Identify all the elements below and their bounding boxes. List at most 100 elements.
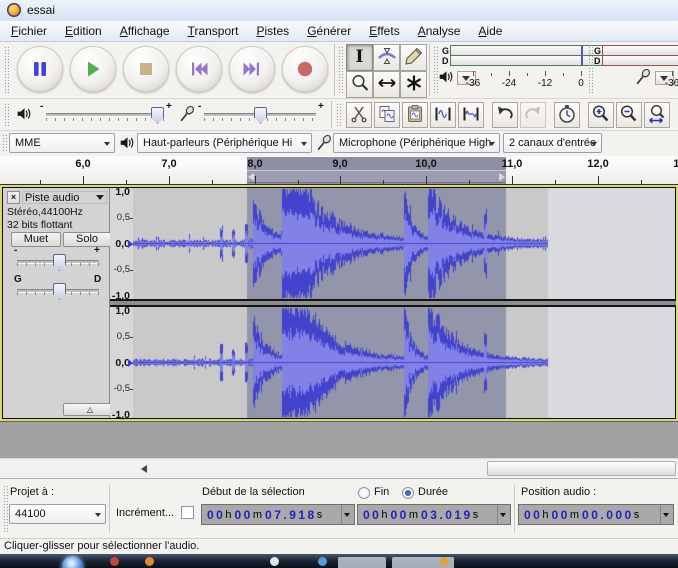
position-hours[interactable]: 00 <box>524 508 542 522</box>
title-bar[interactable]: essai <box>0 0 678 22</box>
quick-play-bar[interactable] <box>247 170 506 183</box>
solo-button[interactable]: Solo <box>63 232 111 247</box>
zoom-tool-button[interactable] <box>346 71 373 98</box>
menu-aide[interactable]: Aide <box>469 21 511 41</box>
pan-slider-thumb[interactable] <box>53 283 66 300</box>
selection-toolbar-grip[interactable] <box>3 485 8 532</box>
menu-pistes[interactable]: Pistes <box>247 21 298 41</box>
time-format-dropdown[interactable] <box>341 505 354 524</box>
trim-outside-selection-button[interactable] <box>430 102 456 128</box>
vertical-ruler-label: 0,5 <box>109 332 130 342</box>
start-orb-icon[interactable] <box>62 556 83 568</box>
time-format-dropdown[interactable] <box>497 505 510 524</box>
taskbar-app-icon[interactable] <box>110 557 119 566</box>
track-control-panel[interactable]: × Piste audio Stéréo,44100Hz 32 bits flo… <box>3 188 110 418</box>
redo-icon <box>523 104 543 127</box>
start-seconds[interactable]: 07.918 <box>265 508 317 522</box>
stop-button[interactable] <box>123 46 169 92</box>
draw-tool-button[interactable] <box>400 44 427 71</box>
cut-button[interactable] <box>346 102 372 128</box>
scrollbar-thumb[interactable] <box>487 461 676 476</box>
multi-tool-button[interactable] <box>400 71 427 98</box>
skip-to-end-button[interactable] <box>229 46 275 92</box>
input-device-select[interactable]: Microphone (Périphérique High <box>333 133 500 153</box>
edit-toolbar-grip[interactable] <box>336 103 341 126</box>
input-channels-select[interactable]: 2 canaux d'entrée <box>503 133 602 153</box>
project-rate-select[interactable]: 44100 <box>9 504 106 524</box>
paste-button[interactable] <box>402 102 428 128</box>
ruler-selected-region[interactable] <box>247 157 506 184</box>
time-format-dropdown[interactable] <box>660 505 673 524</box>
position-seconds[interactable]: 00.000 <box>582 508 634 522</box>
length-radio[interactable] <box>402 487 414 499</box>
audio-host-select[interactable]: MME <box>9 133 115 153</box>
start-hours[interactable]: 00 <box>207 508 225 522</box>
selection-length-field[interactable]: 00 h 00 m 03.019 s <box>357 504 511 525</box>
end-radio-label[interactable]: Fin <box>374 486 389 498</box>
position-minutes[interactable]: 00 <box>551 508 569 522</box>
menu-generer[interactable]: Générer <box>298 21 360 41</box>
mute-button[interactable]: Muet <box>11 232 61 247</box>
length-radio-label[interactable]: Durée <box>418 486 448 498</box>
waveform-right-channel[interactable] <box>133 307 675 418</box>
output-max-label: + <box>166 101 172 112</box>
record-button[interactable] <box>282 46 328 92</box>
timer-record-button[interactable] <box>554 102 580 128</box>
menu-edition[interactable]: Edition <box>56 21 111 41</box>
waveform-left-channel[interactable] <box>133 188 675 299</box>
timeshift-tool-button[interactable] <box>373 71 400 98</box>
taskbar-app-icon[interactable] <box>270 557 279 566</box>
taskbar-app-icon[interactable] <box>440 557 449 566</box>
output-volume-slider[interactable] <box>46 113 164 117</box>
undo-button[interactable] <box>492 102 518 128</box>
output-volume-thumb[interactable] <box>151 107 164 124</box>
selection-start-handle-icon[interactable] <box>248 173 254 181</box>
scroll-left-arrow-icon[interactable] <box>141 465 147 473</box>
pause-button[interactable] <box>17 46 63 92</box>
start-minutes[interactable]: 00 <box>234 508 252 522</box>
vertical-ruler-label: 1,0 <box>109 187 130 197</box>
copy-button[interactable] <box>374 102 400 128</box>
track-close-button[interactable]: × <box>7 191 20 204</box>
length-minutes[interactable]: 00 <box>390 508 408 522</box>
menu-effets[interactable]: Effets <box>360 21 408 41</box>
transport-toolbar-grip[interactable] <box>4 46 9 94</box>
menu-fichier[interactable]: Fichier <box>2 21 56 41</box>
redo-button[interactable] <box>520 102 546 128</box>
horizontal-scrollbar[interactable] <box>0 458 678 478</box>
envelope-tool-button[interactable] <box>373 44 400 71</box>
input-volume-thumb[interactable] <box>254 107 267 124</box>
taskbar-button[interactable] <box>338 557 386 568</box>
windows-taskbar[interactable] <box>0 554 678 568</box>
snap-to-checkbox[interactable] <box>181 506 194 519</box>
input-device-value: Microphone (Périphérique High <box>339 137 491 149</box>
tools-toolbar-grip[interactable] <box>338 46 343 94</box>
recording-meter-grip[interactable] <box>588 46 593 94</box>
taskbar-app-icon[interactable] <box>145 557 154 566</box>
device-toolbar-grip[interactable] <box>2 134 7 153</box>
audio-position-field[interactable]: 00 h 00 m 00.000 s <box>518 504 674 525</box>
length-hours[interactable]: 00 <box>363 508 381 522</box>
output-device-select[interactable]: Haut-parleurs (Périphérique Hi <box>137 133 312 153</box>
selection-start-field[interactable]: 00 h 00 m 07.918 s <box>201 504 355 525</box>
gain-slider-thumb[interactable] <box>53 254 66 271</box>
ruler-tick <box>340 176 341 184</box>
play-button[interactable] <box>70 46 116 92</box>
skip-to-start-button[interactable] <box>176 46 222 92</box>
taskbar-app-icon[interactable] <box>318 557 327 566</box>
timeline-ruler[interactable]: 6,07,08,09,010,011,012,013,0 <box>0 156 678 185</box>
selection-end-handle-icon[interactable] <box>499 173 505 181</box>
selection-tool-button[interactable]: I <box>346 44 373 71</box>
zoom-in-button[interactable] <box>588 102 614 128</box>
playback-meter-scale-minor-tick <box>527 73 528 76</box>
end-radio[interactable] <box>358 487 370 499</box>
menu-transport[interactable]: Transport <box>179 21 248 41</box>
length-seconds[interactable]: 03.019 <box>421 508 473 522</box>
track-name-dropdown[interactable]: Piste audio <box>22 191 107 204</box>
menu-affichage[interactable]: Affichage <box>111 21 179 41</box>
menu-analyse[interactable]: Analyse <box>409 21 470 41</box>
fit-selection-button[interactable] <box>644 102 670 128</box>
mixer-toolbar-grip[interactable] <box>4 103 9 126</box>
zoom-out-button[interactable] <box>616 102 642 128</box>
silence-selection-button[interactable] <box>458 102 484 128</box>
